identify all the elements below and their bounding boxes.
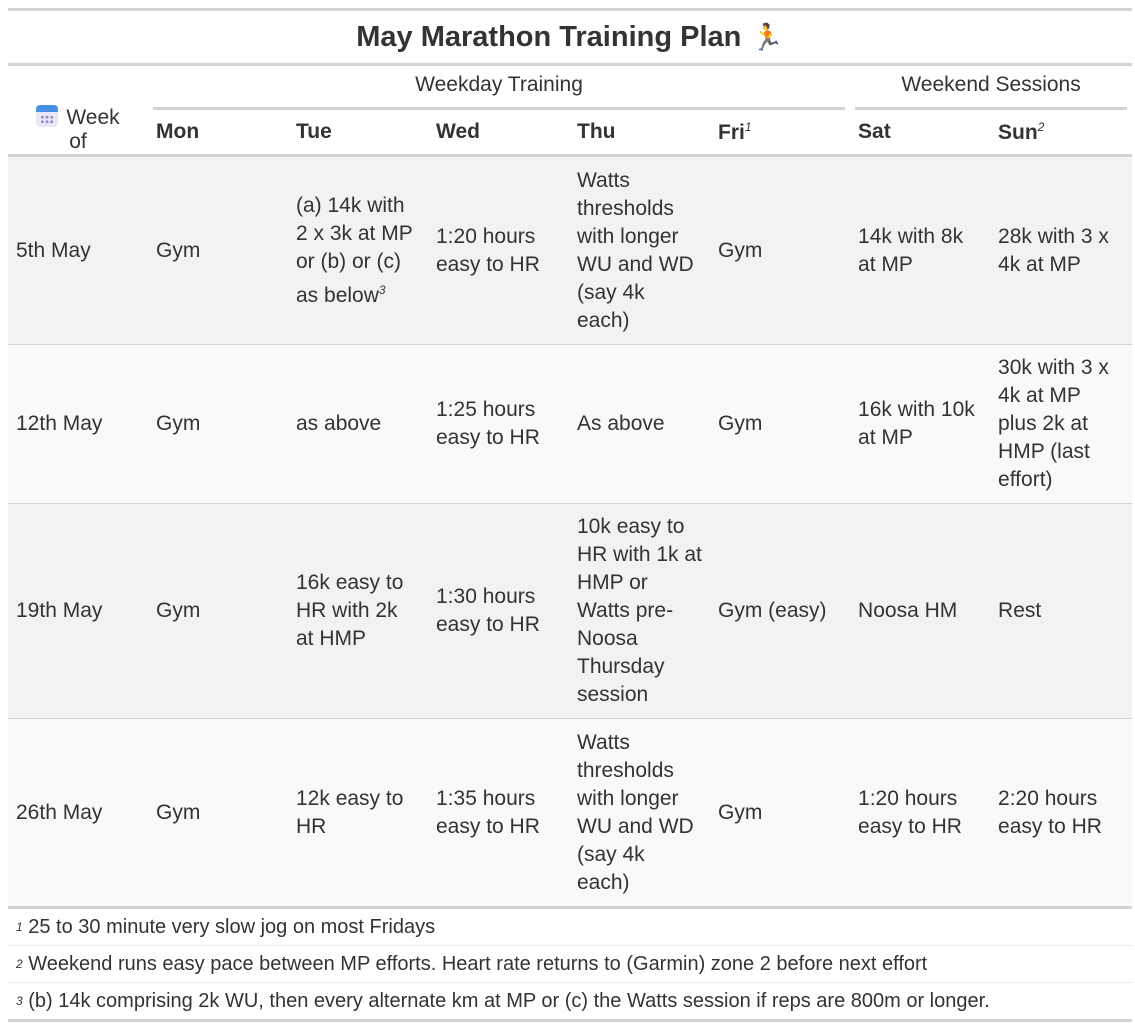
- cell-mon: Gym: [148, 344, 288, 504]
- cell-week: 5th May: [8, 155, 148, 345]
- table-row: 5th May Gym (a) 14k with 2 x 3k at MP or…: [8, 155, 1133, 345]
- cell-wed: 1:35 hours easy to HR: [428, 718, 569, 909]
- cell-thu: Watts thresholds with longer WU and WD (…: [569, 155, 710, 345]
- cell-tue-text: (a) 14k with 2 x 3k at MP or (b) or (c) …: [296, 193, 413, 307]
- cell-wed: 1:20 hours easy to HR: [428, 155, 569, 345]
- cell-week: 19th May: [8, 503, 148, 719]
- cell-sat: 14k with 8k at MP: [850, 155, 991, 345]
- cell-sun: 2:20 hours easy to HR: [990, 718, 1133, 909]
- table-row: 12th May Gym as above 1:25 hours easy to…: [8, 344, 1133, 504]
- footnote: 1 25 to 30 minute very slow jog on most …: [8, 909, 1132, 946]
- cell-wed: 1:30 hours easy to HR: [428, 503, 569, 719]
- spanner-weekday: Weekday Training: [148, 66, 850, 110]
- cell-sat: 16k with 10k at MP: [850, 344, 991, 504]
- footnote-text: Weekend runs easy pace between MP effort…: [28, 952, 928, 975]
- cell-mon: Gym: [148, 155, 288, 345]
- col-sun-label: Sun: [998, 120, 1038, 144]
- col-wed: Wed: [428, 110, 569, 157]
- cell-thu: 10k easy to HR with 1k at HMP or Watts p…: [569, 503, 710, 719]
- calendar-icon: [36, 105, 59, 127]
- cell-sat: Noosa HM: [850, 503, 991, 719]
- table-row: 19th May Gym 16k easy to HR with 2k at H…: [8, 503, 1133, 719]
- cell-tue: 16k easy to HR with 2k at HMP: [288, 503, 428, 719]
- spanner-weekday-label: Weekday Training: [153, 73, 846, 110]
- col-sat: Sat: [850, 110, 991, 157]
- training-plan-table: May Marathon Training Plan 🏃 Week of Wee…: [8, 8, 1133, 1022]
- spanner-weekend-label: Weekend Sessions: [855, 73, 1128, 110]
- cell-sun: 30k with 3 x 4k at MP plus 2k at HMP (la…: [990, 344, 1133, 504]
- fri-footnote-mark: 1: [744, 119, 752, 134]
- plan-table: Week of Weekday Training Weekend Session…: [8, 66, 1133, 909]
- col-fri: Fri1: [710, 110, 851, 157]
- spanner-weekend: Weekend Sessions: [850, 66, 1132, 110]
- footnote-text: (b) 14k comprising 2k WU, then every alt…: [28, 989, 990, 1012]
- cell-sun: Rest: [990, 503, 1133, 719]
- cell-fri: Gym: [710, 718, 851, 909]
- title-text: May Marathon Training Plan: [356, 20, 742, 53]
- footnote-mark: 3: [16, 994, 23, 1008]
- cell-fri: Gym (easy): [710, 503, 851, 719]
- cell-mon: Gym: [148, 503, 288, 719]
- col-mon: Mon: [148, 110, 288, 157]
- cell-tue: 12k easy to HR: [288, 718, 428, 909]
- cell-sat: 1:20 hours easy to HR: [850, 718, 991, 909]
- cell-tue: (a) 14k with 2 x 3k at MP or (b) or (c) …: [288, 155, 428, 345]
- footnote: 2 Weekend runs easy pace between MP effo…: [8, 946, 1132, 983]
- cell-wed: 1:25 hours easy to HR: [428, 344, 569, 504]
- table-title: May Marathon Training Plan 🏃: [8, 11, 1132, 63]
- footnote: 3 (b) 14k comprising 2k WU, then every a…: [8, 983, 1132, 1022]
- col-tue: Tue: [288, 110, 428, 157]
- cell-fri: Gym: [710, 344, 851, 504]
- stub-label-of: of: [69, 130, 87, 153]
- stub-label-week: Week: [66, 106, 120, 129]
- sun-footnote-mark: 2: [1037, 119, 1045, 134]
- cell-tue: as above: [288, 344, 428, 504]
- table-row: 26th May Gym 12k easy to HR 1:35 hours e…: [8, 718, 1133, 909]
- col-fri-label: Fri: [718, 120, 745, 144]
- spanner-row: Week of Weekday Training Weekend Session…: [8, 66, 1132, 157]
- footnote-text: 25 to 30 minute very slow jog on most Fr…: [28, 915, 436, 938]
- col-thu: Thu: [569, 110, 710, 157]
- cell-sun: 28k with 3 x 4k at MP: [990, 155, 1133, 345]
- cell-thu: As above: [569, 344, 710, 504]
- cell-mon: Gym: [148, 718, 288, 909]
- footnote-mark: 1: [16, 920, 23, 934]
- footnote-mark: 2: [16, 957, 23, 971]
- cell-thu: Watts thresholds with longer WU and WD (…: [569, 718, 710, 909]
- stub-header: Week of: [8, 66, 148, 157]
- column-header-row: Mon Tue Wed Thu Fri1 Sat Sun2: [8, 110, 1133, 157]
- col-sun: Sun2: [990, 110, 1133, 157]
- cell-week: 26th May: [8, 718, 148, 909]
- cell-week: 12th May: [8, 344, 148, 504]
- runner-icon: 🏃: [751, 21, 784, 52]
- cell-fri: Gym: [710, 155, 851, 345]
- tue-footnote-mark: 3: [378, 282, 386, 297]
